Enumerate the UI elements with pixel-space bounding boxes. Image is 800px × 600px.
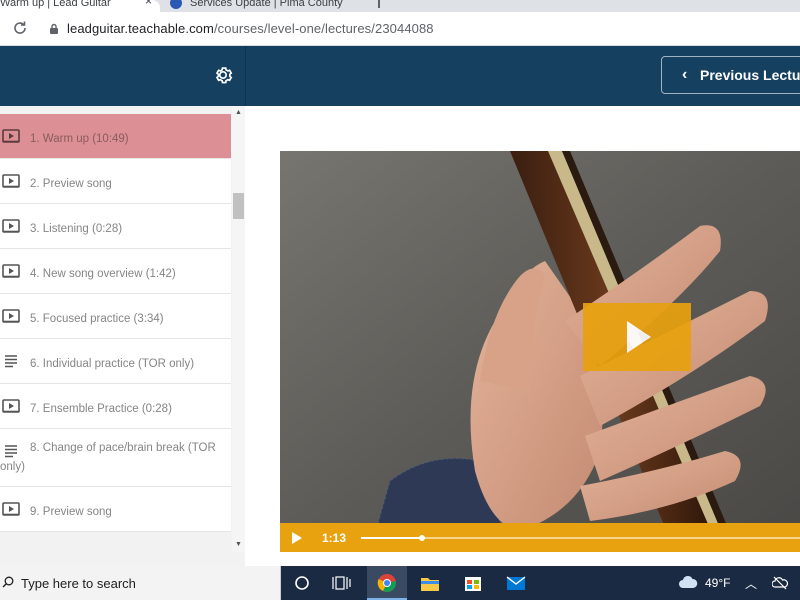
header-divider (245, 46, 246, 106)
current-time: 1:13 (322, 531, 347, 545)
course-header: ‹ Previous Lecture (0, 46, 800, 106)
tab-close-icon[interactable]: × (145, 0, 152, 7)
browser-tab-active[interactable]: Warm up | Lead Guitar × (0, 0, 160, 12)
lecture-title: 2. Preview song (30, 178, 112, 190)
cloud-icon[interactable] (678, 574, 698, 590)
video-icon (2, 502, 20, 516)
text-icon (5, 445, 17, 458)
search-placeholder: Type here to search (21, 576, 136, 591)
lecture-item[interactable]: 7. Ensemble Practice (0:28) (0, 384, 231, 429)
lecture-title: 4. New song overview (1:42) (30, 268, 176, 280)
video-icon (2, 399, 20, 413)
tab-title: Warm up | Lead Guitar (0, 0, 111, 9)
address-bar: leadguitar.teachable.com/courses/level-o… (0, 12, 800, 46)
lecture-item[interactable]: 8. Change of pace/brain break (TOR only) (0, 429, 231, 487)
chevron-up-icon[interactable]: ︿ (745, 575, 757, 592)
lecture-item[interactable]: 6. Individual practice (TOR only) (0, 339, 231, 384)
lecture-sidebar: 1. Warm up (10:49) 2. Preview song 3. List… (0, 106, 245, 566)
previous-lecture-button[interactable]: ‹ Previous Lecture (661, 56, 800, 94)
tab-separator (378, 0, 380, 8)
play-icon (627, 321, 651, 353)
scrollbar-thumb[interactable] (233, 193, 244, 219)
lecture-item[interactable]: 5. Focused practice (3:34) (0, 294, 231, 339)
video-thumbnail (280, 151, 800, 552)
scroll-up-icon[interactable]: ▲ (232, 108, 245, 118)
network-icon[interactable] (772, 576, 788, 590)
browser-tab[interactable]: Services Update | Pima County (168, 0, 368, 12)
store-icon[interactable] (453, 566, 493, 600)
video-icon (2, 264, 20, 278)
gear-icon[interactable] (212, 64, 234, 86)
lecture-title: 9. Preview song (30, 506, 112, 518)
reload-icon[interactable] (10, 18, 30, 38)
scroll-down-icon[interactable]: ▼ (232, 540, 245, 550)
big-play-button[interactable] (583, 303, 691, 371)
lecture-item[interactable]: 3. Listening (0:28) (0, 204, 231, 249)
cortana-icon[interactable] (282, 566, 322, 600)
lecture-title: 8. Change of pace/brain break (TOR (30, 442, 216, 454)
chevron-left-icon: ‹ (682, 66, 688, 83)
lock-icon[interactable] (48, 22, 60, 34)
url-field[interactable]: leadguitar.teachable.com/courses/level-o… (67, 21, 434, 36)
lecture-item[interactable]: 1. Warm up (10:49) (0, 114, 231, 159)
favicon-icon (170, 0, 182, 9)
taskbar-search[interactable]: Type here to search (0, 566, 281, 600)
lecture-item[interactable]: 9. Preview song (0, 487, 231, 532)
video-icon (2, 309, 20, 323)
lecture-main: 1:13 (246, 106, 800, 566)
previous-lecture-label: Previous Lecture (700, 67, 800, 83)
url-host: leadguitar.teachable.com (67, 21, 214, 36)
lecture-title: 5. Focused practice (3:34) (30, 313, 164, 325)
lecture-item[interactable]: 4. New song overview (1:42) (0, 249, 231, 294)
video-icon (2, 129, 20, 143)
lecture-list: 1. Warm up (10:49) 2. Preview song 3. List… (0, 114, 231, 532)
lecture-title: 3. Listening (0:28) (30, 223, 123, 235)
lecture-title: 1. Warm up (10:49) (30, 133, 129, 145)
progress-fill (361, 537, 422, 539)
url-path: /courses/level-one/lectures/23044088 (213, 21, 434, 36)
lecture-title: 6. Individual practice (TOR only) (30, 358, 195, 370)
play-icon[interactable] (292, 532, 302, 544)
task-view-icon[interactable] (322, 566, 362, 600)
video-icon (2, 219, 20, 233)
sidebar-scrollbar[interactable]: ▲ ▼ (232, 106, 245, 552)
chrome-icon[interactable] (367, 566, 407, 600)
video-player[interactable]: 1:13 (280, 151, 800, 552)
lecture-title-continued: only) (0, 461, 25, 473)
tab-title: Services Update | Pima County (190, 0, 343, 9)
mail-icon[interactable] (496, 566, 536, 600)
text-icon (5, 355, 17, 368)
temperature[interactable]: 49°F (705, 576, 730, 590)
video-controls: 1:13 (280, 523, 800, 552)
video-icon (2, 174, 20, 188)
progress-knob[interactable] (419, 535, 425, 541)
search-icon (2, 576, 14, 588)
lecture-title: 7. Ensemble Practice (0:28) (30, 403, 172, 415)
browser-tab-strip: Warm up | Lead Guitar × Services Update … (0, 0, 800, 12)
file-explorer-icon[interactable] (410, 566, 450, 600)
progress-bar[interactable] (361, 535, 800, 541)
windows-taskbar: Type here to search 49°F ︿ (0, 566, 800, 600)
lecture-item[interactable]: 2. Preview song (0, 159, 231, 204)
